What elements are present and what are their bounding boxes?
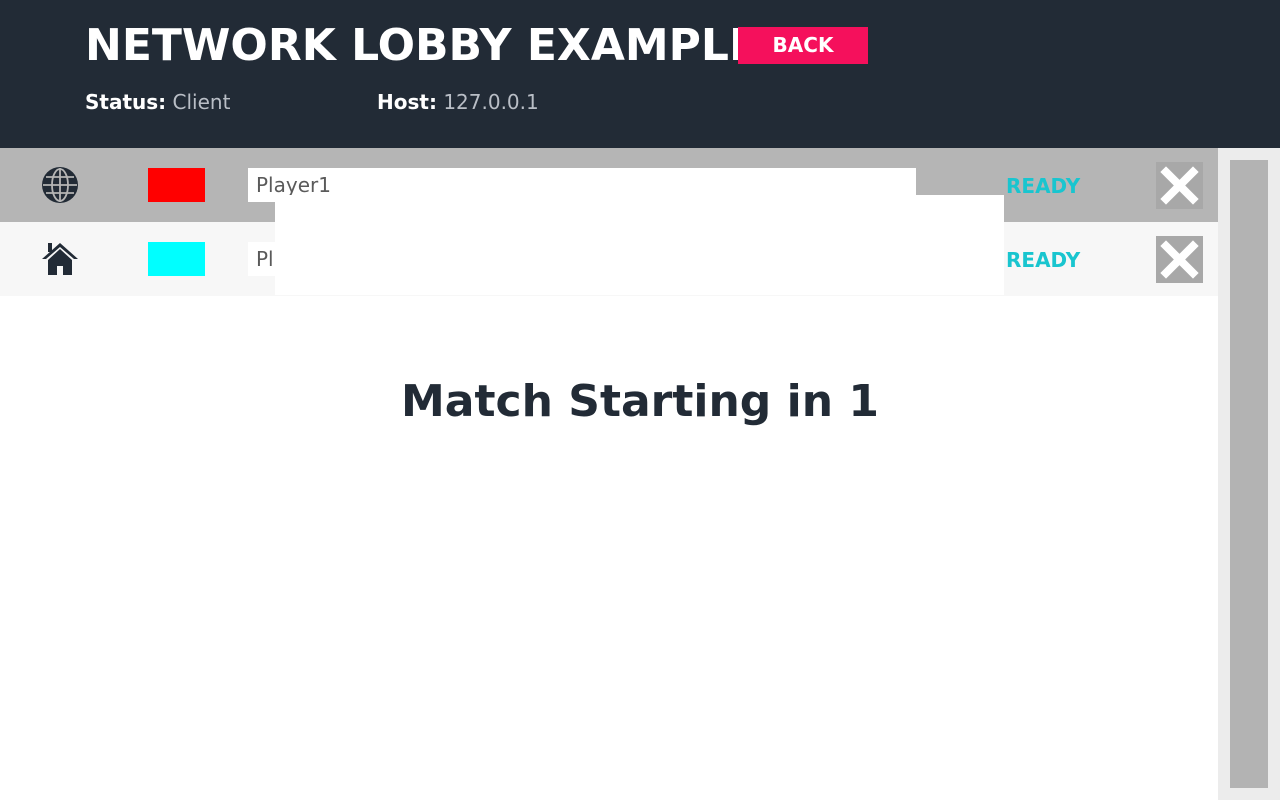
home-icon: [40, 239, 80, 279]
back-button[interactable]: BACK: [738, 27, 868, 64]
ready-button[interactable]: READY: [1006, 172, 1080, 200]
status-label: Status:: [85, 90, 167, 114]
host-info: Host: 127.0.0.1: [377, 89, 539, 115]
player-color-swatch[interactable]: [148, 242, 205, 276]
scrollbar-thumb[interactable]: [1230, 160, 1268, 788]
status-info: Status: Client: [85, 89, 230, 115]
ready-button[interactable]: READY: [1006, 246, 1080, 274]
remove-player-button[interactable]: [1156, 162, 1203, 209]
host-value: 127.0.0.1: [443, 90, 539, 114]
scrollbar-track[interactable]: [1218, 148, 1280, 800]
match-countdown-text: Match Starting in 1: [401, 376, 879, 427]
host-label: Host:: [377, 90, 437, 114]
player-color-swatch[interactable]: [148, 168, 205, 202]
page-title: NETWORK LOBBY EXAMPLE: [85, 20, 760, 71]
countdown-panel-background: [275, 195, 1004, 295]
close-icon: [1160, 240, 1199, 279]
remove-player-button[interactable]: [1156, 236, 1203, 283]
status-value: Client: [172, 90, 231, 114]
globe-icon: [40, 165, 80, 205]
close-icon: [1160, 166, 1199, 205]
lobby-header: NETWORK LOBBY EXAMPLE BACK Status: Clien…: [0, 0, 1280, 148]
